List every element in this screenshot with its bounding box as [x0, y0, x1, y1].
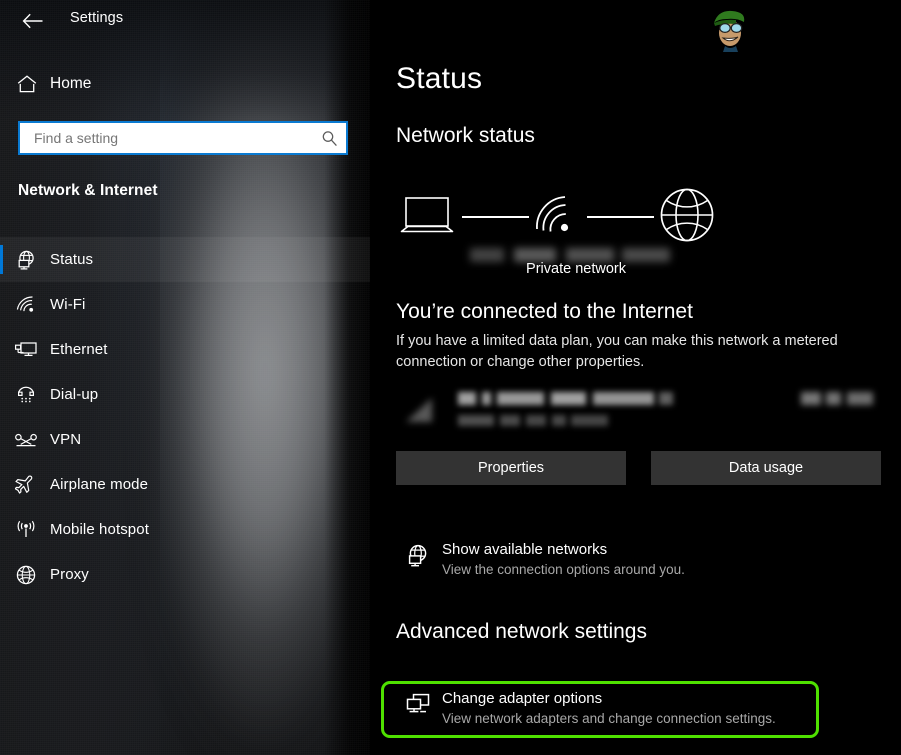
selection-indicator — [0, 245, 3, 274]
sidebar-item-wifi-label: Wi-Fi — [50, 296, 86, 313]
sidebar-item-ethernet-label: Ethernet — [50, 341, 108, 358]
sidebar-item-proxy[interactable]: Proxy — [0, 552, 370, 597]
adapter-icon — [394, 688, 442, 718]
selection-indicator — [0, 470, 3, 499]
change-adapter-options-title: Change adapter options — [442, 690, 603, 707]
laptop-icon — [396, 193, 458, 242]
properties-button[interactable]: Properties — [396, 451, 626, 485]
advanced-network-settings-heading: Advanced network settings — [396, 620, 647, 643]
selection-indicator — [0, 290, 3, 319]
dialup-phone-icon — [2, 384, 50, 405]
selection-indicator — [0, 560, 3, 589]
sidebar-item-vpn[interactable]: VPN — [0, 417, 370, 462]
selection-indicator — [0, 335, 3, 364]
show-available-networks-subtitle: View the connection options around you. — [442, 562, 685, 577]
selection-indicator — [0, 515, 3, 544]
connection-line — [462, 216, 529, 218]
sidebar-item-status-label: Status — [50, 251, 94, 268]
selection-indicator — [0, 425, 3, 454]
active-connection-row[interactable] — [396, 386, 881, 434]
sidebar-item-mobile-hotspot-label: Mobile hotspot — [50, 521, 149, 538]
airplane-icon — [2, 474, 50, 496]
connection-data-amount-redacted — [801, 392, 873, 405]
sidebar-item-airplane-mode-label: Airplane mode — [50, 476, 149, 493]
sidebar-item-proxy-label: Proxy — [50, 566, 89, 583]
vpn-icon — [2, 431, 50, 449]
change-adapter-options-subtitle: View network adapters and change connect… — [442, 711, 776, 726]
sidebar-item-airplane-mode[interactable]: Airplane mode — [0, 462, 370, 507]
sidebar-item-mobile-hotspot[interactable]: Mobile hotspot — [0, 507, 370, 552]
wifi-icon — [2, 295, 50, 315]
back-arrow-icon — [22, 13, 43, 29]
network-type-label: Private network — [526, 261, 626, 277]
sidebar-item-home-label: Home — [50, 75, 92, 92]
page-title: Status — [396, 62, 483, 95]
status-main-panel: Status Network status Private network Yo… — [370, 0, 901, 755]
wifi-signal-icon — [404, 394, 438, 424]
settings-sidebar: Settings Home Network & Internet — [0, 0, 370, 755]
connection-period-redacted — [458, 415, 608, 426]
sidebar-category-label: Network & Internet — [18, 182, 158, 199]
sidebar-item-status[interactable]: Status — [0, 237, 370, 282]
show-available-networks-title: Show available networks — [442, 541, 608, 558]
globe-icon — [2, 564, 50, 586]
sidebar-item-dialup[interactable]: Dial-up — [0, 372, 370, 417]
sidebar-item-ethernet[interactable]: Ethernet — [0, 327, 370, 372]
selection-indicator — [0, 380, 3, 409]
available-networks-icon — [394, 539, 442, 569]
ethernet-icon — [2, 340, 50, 360]
sidebar-item-dialup-label: Dial-up — [50, 386, 99, 403]
connection-line — [587, 216, 654, 218]
connection-ssid-redacted — [458, 392, 673, 405]
data-usage-button[interactable]: Data usage — [651, 451, 881, 485]
search-icon[interactable] — [312, 123, 346, 153]
network-name-redacted — [470, 248, 670, 262]
wifi-signal-icon — [533, 193, 583, 242]
sidebar-item-wifi[interactable]: Wi-Fi — [0, 282, 370, 327]
network-diagram — [396, 186, 756, 248]
change-adapter-options-link[interactable]: Change adapter options View network adap… — [394, 688, 814, 734]
connection-state-description: If you have a limited data plan, you can… — [396, 333, 838, 370]
search-input[interactable] — [20, 123, 312, 153]
window-titlebar: Settings — [0, 0, 370, 42]
network-status-heading: Network status — [396, 124, 535, 147]
search-box[interactable] — [18, 121, 348, 155]
status-action-buttons: Properties Data usage — [396, 451, 881, 485]
sidebar-nav-list: Status Wi-Fi Ethernet Dial-up VPN Airpla… — [0, 237, 370, 597]
app-title: Settings — [70, 10, 124, 26]
home-icon — [4, 74, 50, 94]
globe-icon — [658, 186, 716, 249]
sidebar-item-home[interactable]: Home — [0, 68, 370, 100]
hotspot-icon — [2, 520, 50, 540]
back-button[interactable] — [18, 8, 48, 34]
network-status-icon — [2, 249, 50, 271]
show-available-networks-link[interactable]: Show available networks View the connect… — [394, 539, 834, 587]
sidebar-item-vpn-label: VPN — [50, 431, 82, 448]
connection-state-heading: You’re connected to the Internet — [396, 300, 693, 323]
